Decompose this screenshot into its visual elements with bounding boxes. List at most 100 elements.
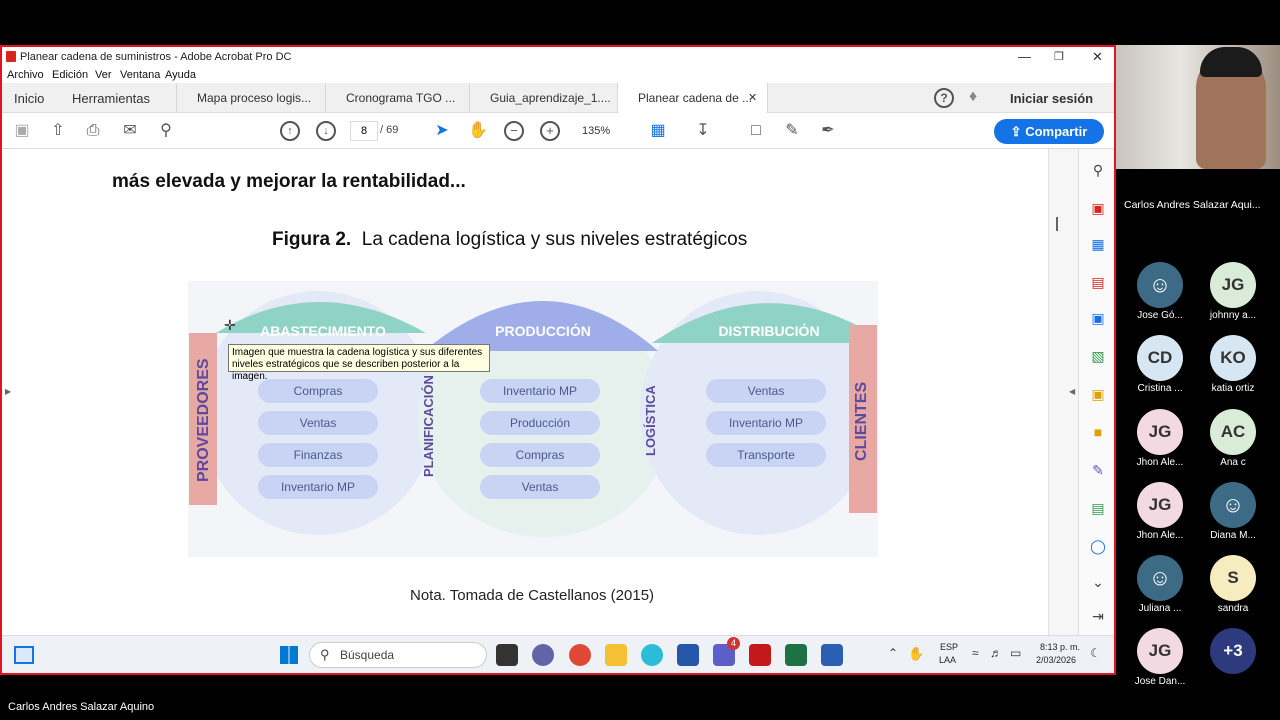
tab-doc-mapa[interactable]: Mapa proceso logis... [176,83,326,113]
acrobat-taskbar-icon[interactable] [749,644,771,666]
fill-sign-icon[interactable]: ✎ [1089,461,1107,479]
title-bar: Planear cadena de suministros - Adobe Ac… [2,47,1114,67]
page-count: / 69 [380,124,399,136]
windows-start-icon[interactable] [280,646,298,664]
word-icon[interactable] [821,644,843,666]
participant-avatar[interactable]: JG [1210,262,1256,308]
help-icon[interactable]: ? [934,88,954,108]
document-view[interactable]: ▶ más elevada y mejorar la rentabilidad.… [2,149,1078,635]
menu-archivo[interactable]: Archivo [7,69,44,81]
clock-date[interactable]: 2/03/2026 [1036,655,1076,665]
close-icon[interactable]: ✕ [1092,49,1103,65]
restore-icon[interactable]: ❐ [1054,50,1064,63]
chat-icon[interactable] [532,644,554,666]
export-pdf-icon[interactable]: ▣ [1089,309,1107,327]
collapse-panel-icon[interactable]: ⇥ [1089,607,1107,625]
comment-icon[interactable]: □ [746,121,766,141]
pill-ventas: Ventas [480,475,600,499]
page-down-icon[interactable]: ↓ [316,121,336,141]
user-default-icon[interactable]: ☺ [1137,262,1183,308]
page-number-input[interactable]: 8 [350,121,378,141]
mic-muted-icon[interactable]: ✋ [908,646,924,662]
store-icon[interactable] [677,644,699,666]
edit-pdf-icon[interactable]: ▧ [1089,347,1107,365]
user-default-icon[interactable]: ☺ [1210,482,1256,528]
zoom-select[interactable]: 135% ▼ [574,121,630,156]
tray-chevron-icon[interactable]: ⌃ [888,646,898,660]
battery-icon[interactable]: ▭ [1010,646,1021,660]
participant-avatar[interactable]: KO [1210,335,1256,381]
scroll-mode-icon[interactable]: ↧ [693,121,713,141]
email-icon[interactable]: ✉ [120,121,140,141]
compress-icon[interactable]: ▤ [1089,499,1107,517]
more-tools-icon[interactable]: ⌄ [1089,573,1107,591]
user-default-icon[interactable]: ☺ [1137,555,1183,601]
chrome-icon[interactable] [569,644,591,666]
page-up-icon[interactable]: ↑ [280,121,300,141]
tab-doc-guia[interactable]: Guia_aprendizaje_1.... [470,83,618,113]
menu-ventana[interactable]: Ventana [120,69,160,81]
widgets-icon[interactable] [14,646,34,664]
lang-code[interactable]: ESP [940,642,958,652]
right-tools-panel: ⚲ ▣ ▦ ▤ ▣ ▧ ▣ ■ ✎ ▤ ◯ ⌄ ⇥ [1078,149,1114,635]
task-view-icon[interactable] [496,644,518,666]
menu-ayuda[interactable]: Ayuda [165,69,196,81]
expand-left-icon[interactable]: ▶ [5,387,11,396]
participant-avatar[interactable]: JG [1137,628,1183,674]
combine-files-icon[interactable]: ▦ [1089,235,1107,253]
participant-avatar[interactable]: CD [1137,335,1183,381]
header-produccion: PRODUCCIÓN [495,323,591,339]
volume-icon[interactable]: ♬ [990,646,1002,660]
search-icon[interactable]: ⚲ [156,121,176,141]
presenter-hair [1200,47,1262,77]
hand-icon[interactable]: ✋ [468,121,488,141]
note-icon[interactable]: ■ [1089,423,1107,441]
protect-icon[interactable]: ◯ [1089,537,1107,555]
presenter-video[interactable] [1116,45,1280,169]
scroll-thumb[interactable] [1056,217,1058,231]
tab-doc-cronograma[interactable]: Cronograma TGO ... [326,83,470,113]
menu-ver[interactable]: Ver [95,69,112,81]
participant-avatar[interactable]: AC [1210,409,1256,455]
zoom-out-icon[interactable]: − [504,121,524,141]
create-pdf-icon[interactable]: ▣ [1089,199,1107,217]
clock-time[interactable]: 8:13 p. m. [1040,642,1080,652]
save-icon[interactable]: ▣ [12,121,32,141]
signin-link[interactable]: Iniciar sesión [1010,91,1093,106]
teams-badge: 4 [727,637,740,650]
file-explorer-icon[interactable] [605,644,627,666]
tab-close-icon[interactable]: ✕ [748,91,757,104]
collapse-right-icon[interactable]: ◀ [1069,387,1075,396]
participant-avatar[interactable]: JG [1137,409,1183,455]
teams-icon[interactable]: 4 [713,637,740,666]
lang-layout[interactable]: LAA [939,655,956,665]
pen-icon[interactable]: ✎ [782,121,802,141]
participant-avatar[interactable]: S [1210,555,1256,601]
zoom-in-icon[interactable]: + [540,121,560,141]
comment-tool-icon[interactable]: ▣ [1089,385,1107,403]
search-placeholder: Búsqueda [340,648,395,662]
excel-icon[interactable] [785,644,807,666]
acrobat-logo-icon [6,51,16,62]
participant-avatar[interactable]: +3 [1210,628,1256,674]
tab-herramientas[interactable]: Herramientas [72,91,150,106]
print-icon[interactable]: ⎙ [83,121,103,141]
tab-inicio[interactable]: Inicio [14,91,44,106]
share-button[interactable]: ⇪ Compartir [994,119,1104,144]
menu-edicion[interactable]: Edición [52,69,88,81]
upload-icon[interactable]: ⇧ [48,121,68,141]
fit-page-icon[interactable]: ▦ [648,121,668,141]
zoom-search-icon[interactable]: ⚲ [1089,161,1107,179]
vertical-scrollbar[interactable]: ◀ [1048,149,1078,635]
notifications-icon[interactable]: ☾ [1090,646,1101,660]
minimize-icon[interactable]: — [1018,49,1031,64]
participant-avatar[interactable]: JG [1137,482,1183,528]
tab-doc-planear[interactable]: Planear cadena de ... ✕ [618,83,768,113]
organize-pages-icon[interactable]: ▤ [1089,273,1107,291]
wifi-icon[interactable]: ≈ [972,646,979,660]
sign-icon[interactable]: ✒ [818,121,838,141]
select-cursor-icon[interactable]: ➤ [432,121,452,141]
bell-icon[interactable]: ♦ [969,88,977,106]
edge-icon[interactable] [641,644,663,666]
taskbar-search[interactable]: ⚲ Búsqueda [309,642,487,668]
